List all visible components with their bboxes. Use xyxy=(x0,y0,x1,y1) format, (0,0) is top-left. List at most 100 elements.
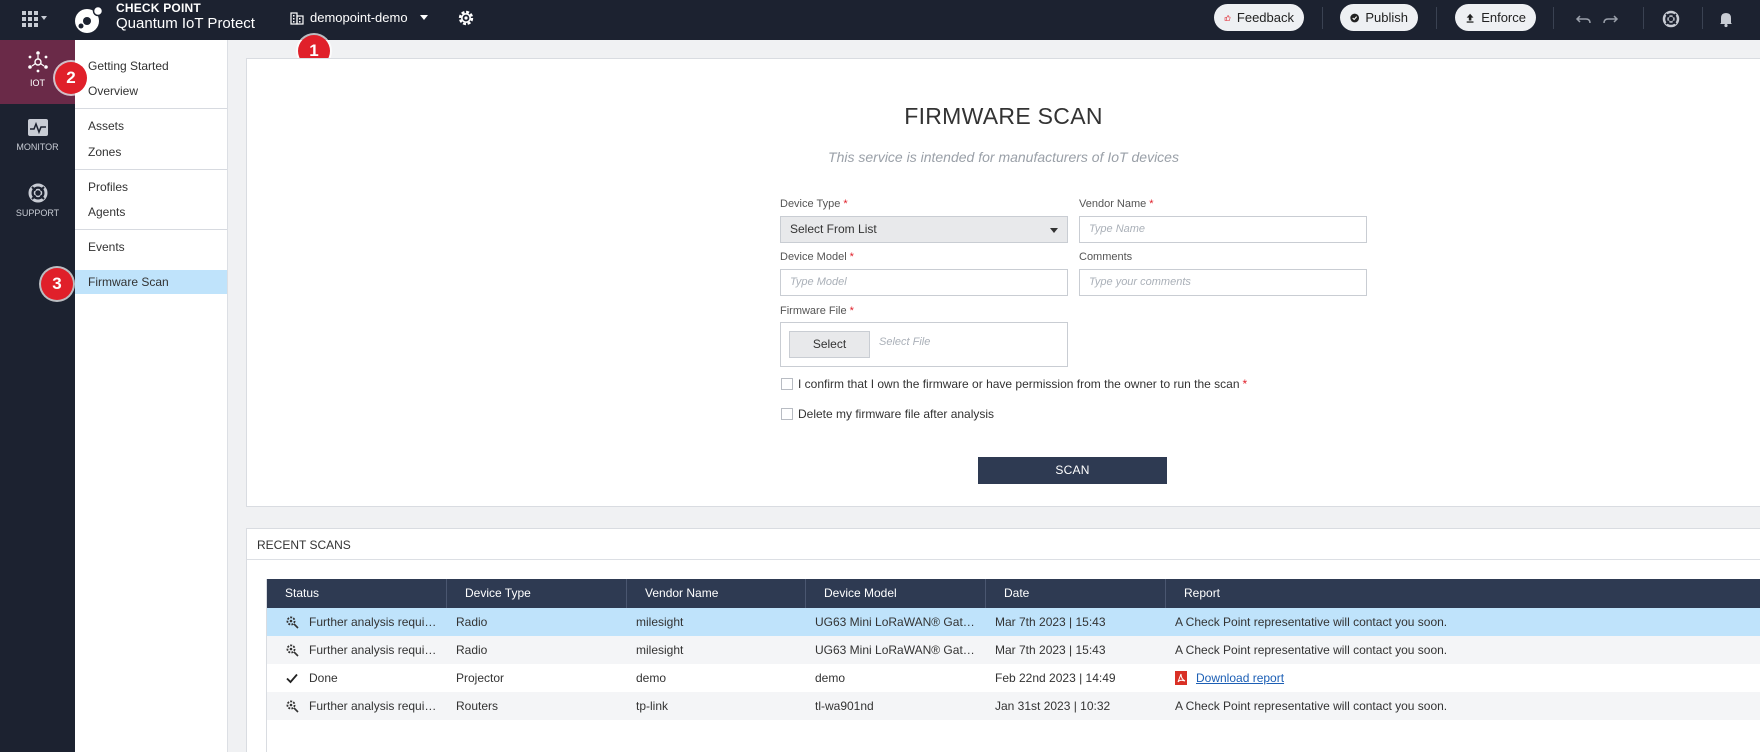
cell-vendor-name: demo xyxy=(636,671,667,685)
app-launcher-icon[interactable] xyxy=(22,9,48,29)
delete-after-analysis-label: Delete my firmware file after analysis xyxy=(798,407,995,421)
column-header-vendor-name[interactable]: Vendor Name xyxy=(627,579,806,608)
divider xyxy=(1553,7,1554,29)
divider xyxy=(1322,7,1323,29)
cell-device-type: Radio xyxy=(456,615,488,629)
comments-input[interactable]: Type your comments xyxy=(1079,269,1367,296)
table-row[interactable]: Further analysis required Radio milesigh… xyxy=(267,608,1760,636)
recent-scans-table: Status Device Type Vendor Name Device Mo… xyxy=(266,579,1760,752)
nav-item-getting-started[interactable]: Getting Started xyxy=(75,54,227,78)
page-title: FIRMWARE SCAN xyxy=(904,103,1103,129)
confirm-ownership-checkbox[interactable] xyxy=(781,378,793,390)
feedback-icon xyxy=(1224,14,1231,21)
comments-label: Comments xyxy=(1079,251,1133,263)
nav-item-assets[interactable]: Assets xyxy=(75,114,227,138)
enforce-button[interactable]: Enforce xyxy=(1455,4,1536,31)
cell-report: A Check Point representative will contac… xyxy=(1175,699,1448,713)
table-row[interactable]: Further analysis required Routers tp-lin… xyxy=(267,692,1760,720)
cell-device-type: Projector xyxy=(456,671,505,685)
help-lifebuoy-icon[interactable] xyxy=(1661,9,1681,29)
confirm-ownership-label: I confirm that I own the firmware or hav… xyxy=(798,377,1248,391)
scan-button[interactable]: SCAN xyxy=(978,457,1167,484)
building-icon xyxy=(290,11,304,25)
feedback-button[interactable]: Feedback xyxy=(1214,4,1304,31)
vendor-name-input[interactable]: Type Name xyxy=(1079,216,1367,243)
cell-device-model: tl-wa901nd xyxy=(815,699,874,713)
callout-badge-3: 3 xyxy=(41,268,73,300)
check-circle-icon xyxy=(1350,13,1360,22)
cell-device-type: Radio xyxy=(456,643,488,657)
firmware-scan-panel: FIRMWARE SCAN This service is intended f… xyxy=(246,58,1760,507)
cell-device-type: Routers xyxy=(456,699,499,713)
feedback-label: Feedback xyxy=(1236,10,1294,25)
rail-item-monitor[interactable]: MONITOR xyxy=(0,118,75,168)
nav-item-agents[interactable]: Agents xyxy=(75,200,227,224)
vendor-name-label: Vendor Name * xyxy=(1079,198,1154,210)
column-header-status[interactable]: Status xyxy=(267,579,447,608)
cell-vendor-name: tp-link xyxy=(636,699,669,713)
publish-button[interactable]: Publish xyxy=(1340,4,1418,31)
table-row[interactable]: Done Projector demo demo Feb 22nd 2023 |… xyxy=(267,664,1760,692)
nav-divider xyxy=(75,229,227,230)
select-file-button[interactable]: Select xyxy=(789,331,870,358)
tenant-name: demopoint-demo xyxy=(310,10,408,25)
nav-item-firmware-scan[interactable]: Firmware Scan xyxy=(75,270,227,294)
column-header-device-type[interactable]: Device Type xyxy=(447,579,627,608)
nav-divider xyxy=(75,169,227,170)
selected-file-name: Select File xyxy=(879,336,931,348)
cell-status: Further analysis required xyxy=(309,643,437,657)
cell-vendor-name: milesight xyxy=(636,615,684,629)
gear-icon[interactable] xyxy=(456,8,476,28)
redo-icon[interactable] xyxy=(1600,9,1620,29)
pdf-icon xyxy=(1175,671,1187,685)
tenant-selector[interactable]: demopoint-demo xyxy=(290,10,428,25)
enforce-label: Enforce xyxy=(1481,10,1526,25)
rail-item-support[interactable]: SUPPORT xyxy=(0,182,75,232)
cell-date: Mar 7th 2023 | 15:43 xyxy=(995,643,1106,657)
device-type-value: Select From List xyxy=(790,222,877,236)
divider xyxy=(247,559,1760,560)
column-header-date[interactable]: Date xyxy=(986,579,1166,608)
nav-item-overview[interactable]: Overview xyxy=(75,79,227,103)
rail-label-support: SUPPORT xyxy=(15,208,60,218)
publish-label: Publish xyxy=(1365,10,1408,25)
undo-icon[interactable] xyxy=(1574,9,1594,29)
column-header-report[interactable]: Report xyxy=(1166,579,1760,608)
cell-device-model: UG63 Mini LoRaWAN® Gateway xyxy=(815,615,978,629)
chevron-down-icon xyxy=(1050,228,1058,233)
table-header: Status Device Type Vendor Name Device Mo… xyxy=(267,579,1760,608)
column-header-device-model[interactable]: Device Model xyxy=(806,579,986,608)
device-model-input[interactable]: Type Model xyxy=(780,269,1068,296)
table-row[interactable]: Further analysis required Radio milesigh… xyxy=(267,636,1760,664)
device-model-label: Device Model * xyxy=(780,251,854,263)
rail-label-iot: IOT xyxy=(30,78,45,88)
nav-item-profiles[interactable]: Profiles xyxy=(75,175,227,199)
chevron-down-icon xyxy=(419,15,428,20)
callout-badge-2: 2 xyxy=(55,62,87,94)
device-type-select[interactable]: Select From List xyxy=(780,216,1068,243)
rail-label-monitor: MONITOR xyxy=(16,142,59,152)
cell-device-model: demo xyxy=(815,671,846,685)
delete-after-analysis-checkbox[interactable] xyxy=(781,408,793,420)
divider xyxy=(1436,7,1437,29)
module-rail: IOT MONITOR SUPPORT xyxy=(0,40,75,752)
cell-date: Jan 31st 2023 | 10:32 xyxy=(995,699,1111,713)
firmware-file-picker: Select Select File xyxy=(780,322,1068,367)
iot-network-icon xyxy=(27,51,48,73)
cell-status: Done xyxy=(309,671,338,685)
recent-scans-panel: RECENT SCANS Status Device Type Vendor N… xyxy=(246,528,1760,752)
bell-icon[interactable] xyxy=(1716,9,1736,29)
cell-date: Feb 22nd 2023 | 14:49 xyxy=(995,671,1116,685)
cell-report: Download report xyxy=(1175,664,1755,692)
firmware-file-label: Firmware File * xyxy=(780,305,854,317)
nav-item-events[interactable]: Events xyxy=(75,235,227,259)
nav-item-zones[interactable]: Zones xyxy=(75,140,227,164)
top-bar: CHECK POINT Quantum IoT Protect demopoin… xyxy=(0,0,1760,40)
cell-vendor-name: milesight xyxy=(636,643,684,657)
monitor-chart-icon xyxy=(27,119,48,136)
cell-status: Further analysis required xyxy=(309,699,437,713)
cell-device-model: UG63 Mini LoRaWAN® Gateway xyxy=(815,643,978,657)
download-report-link[interactable]: Download report xyxy=(1196,671,1284,685)
nav-divider xyxy=(75,108,227,109)
page-subtitle: This service is intended for manufacture… xyxy=(828,149,1179,165)
